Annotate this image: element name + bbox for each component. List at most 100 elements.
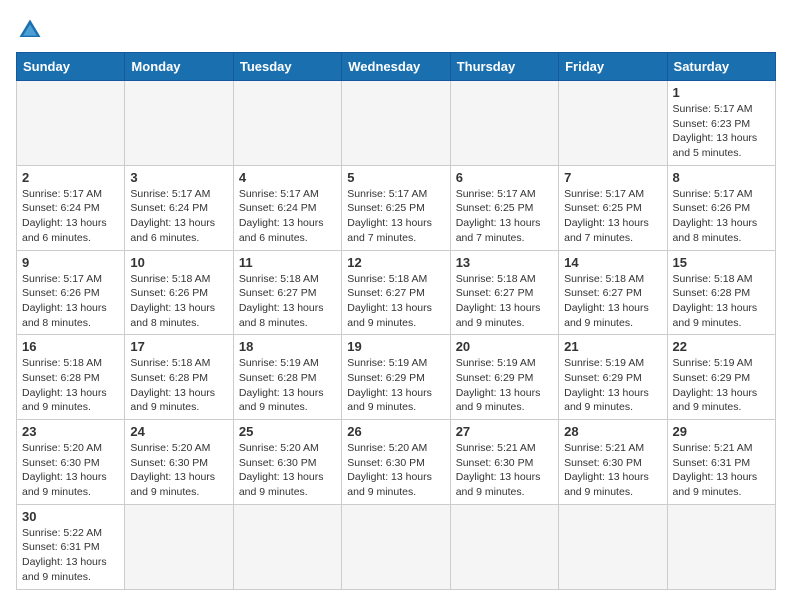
day-number: 23 xyxy=(22,424,119,439)
calendar-cell: 21 Sunrise: 5:19 AM Sunset: 6:29 PM Dayli… xyxy=(559,335,667,420)
week-row-2: 2 Sunrise: 5:17 AM Sunset: 6:24 PM Daylig… xyxy=(17,165,776,250)
weekday-header-sunday: Sunday xyxy=(17,53,125,81)
day-info: Sunrise: 5:17 AM Sunset: 6:26 PM Dayligh… xyxy=(22,272,119,331)
weekday-header-row: SundayMondayTuesdayWednesdayThursdayFrid… xyxy=(17,53,776,81)
day-info: Sunrise: 5:19 AM Sunset: 6:29 PM Dayligh… xyxy=(673,356,770,415)
calendar-cell: 25 Sunrise: 5:20 AM Sunset: 6:30 PM Dayli… xyxy=(233,420,341,505)
calendar-cell: 15 Sunrise: 5:18 AM Sunset: 6:28 PM Dayli… xyxy=(667,250,775,335)
day-number: 18 xyxy=(239,339,336,354)
weekday-header-thursday: Thursday xyxy=(450,53,558,81)
day-number: 1 xyxy=(673,85,770,100)
day-info: Sunrise: 5:19 AM Sunset: 6:28 PM Dayligh… xyxy=(239,356,336,415)
day-number: 12 xyxy=(347,255,444,270)
day-info: Sunrise: 5:17 AM Sunset: 6:23 PM Dayligh… xyxy=(673,102,770,161)
weekday-header-saturday: Saturday xyxy=(667,53,775,81)
calendar-cell: 23 Sunrise: 5:20 AM Sunset: 6:30 PM Dayli… xyxy=(17,420,125,505)
day-number: 29 xyxy=(673,424,770,439)
weekday-header-tuesday: Tuesday xyxy=(233,53,341,81)
calendar-cell: 4 Sunrise: 5:17 AM Sunset: 6:24 PM Daylig… xyxy=(233,165,341,250)
weekday-header-friday: Friday xyxy=(559,53,667,81)
calendar-cell xyxy=(342,504,450,589)
calendar-cell: 6Sunrise: 5:17 AM Sunset: 6:25 PM Daylig… xyxy=(450,165,558,250)
day-info: Sunrise: 5:20 AM Sunset: 6:30 PM Dayligh… xyxy=(130,441,227,500)
day-number: 25 xyxy=(239,424,336,439)
calendar-cell: 10 Sunrise: 5:18 AM Sunset: 6:26 PM Dayli… xyxy=(125,250,233,335)
calendar-cell: 27 Sunrise: 5:21 AM Sunset: 6:30 PM Dayli… xyxy=(450,420,558,505)
calendar-cell xyxy=(342,81,450,166)
week-row-5: 23 Sunrise: 5:20 AM Sunset: 6:30 PM Dayli… xyxy=(17,420,776,505)
day-info: Sunrise: 5:20 AM Sunset: 6:30 PM Dayligh… xyxy=(239,441,336,500)
week-row-6: 30Sunrise: 5:22 AM Sunset: 6:31 PM Dayli… xyxy=(17,504,776,589)
calendar-cell: 19 Sunrise: 5:19 AM Sunset: 6:29 PM Dayli… xyxy=(342,335,450,420)
calendar-cell xyxy=(125,504,233,589)
calendar-cell: 20Sunrise: 5:19 AM Sunset: 6:29 PM Dayli… xyxy=(450,335,558,420)
day-info: Sunrise: 5:21 AM Sunset: 6:30 PM Dayligh… xyxy=(456,441,553,500)
calendar-cell: 3Sunrise: 5:17 AM Sunset: 6:24 PM Daylig… xyxy=(125,165,233,250)
day-number: 4 xyxy=(239,170,336,185)
calendar-cell xyxy=(559,504,667,589)
calendar-cell: 5 Sunrise: 5:17 AM Sunset: 6:25 PM Daylig… xyxy=(342,165,450,250)
calendar-cell: 24 Sunrise: 5:20 AM Sunset: 6:30 PM Dayli… xyxy=(125,420,233,505)
day-info: Sunrise: 5:17 AM Sunset: 6:25 PM Dayligh… xyxy=(564,187,661,246)
day-info: Sunrise: 5:18 AM Sunset: 6:27 PM Dayligh… xyxy=(347,272,444,331)
calendar-cell: 18 Sunrise: 5:19 AM Sunset: 6:28 PM Dayli… xyxy=(233,335,341,420)
calendar-cell: 26Sunrise: 5:20 AM Sunset: 6:30 PM Dayli… xyxy=(342,420,450,505)
day-info: Sunrise: 5:18 AM Sunset: 6:26 PM Dayligh… xyxy=(130,272,227,331)
calendar-cell: 12 Sunrise: 5:18 AM Sunset: 6:27 PM Dayli… xyxy=(342,250,450,335)
day-number: 13 xyxy=(456,255,553,270)
day-info: Sunrise: 5:21 AM Sunset: 6:31 PM Dayligh… xyxy=(673,441,770,500)
day-info: Sunrise: 5:17 AM Sunset: 6:24 PM Dayligh… xyxy=(130,187,227,246)
logo-icon xyxy=(16,16,44,44)
calendar-table: SundayMondayTuesdayWednesdayThursdayFrid… xyxy=(16,52,776,590)
calendar-cell xyxy=(17,81,125,166)
day-info: Sunrise: 5:17 AM Sunset: 6:25 PM Dayligh… xyxy=(456,187,553,246)
day-info: Sunrise: 5:18 AM Sunset: 6:28 PM Dayligh… xyxy=(22,356,119,415)
calendar-cell xyxy=(125,81,233,166)
day-number: 27 xyxy=(456,424,553,439)
calendar-cell xyxy=(559,81,667,166)
weekday-header-monday: Monday xyxy=(125,53,233,81)
day-number: 20 xyxy=(456,339,553,354)
calendar-cell: 1 Sunrise: 5:17 AM Sunset: 6:23 PM Daylig… xyxy=(667,81,775,166)
day-number: 14 xyxy=(564,255,661,270)
day-info: Sunrise: 5:20 AM Sunset: 6:30 PM Dayligh… xyxy=(22,441,119,500)
day-info: Sunrise: 5:17 AM Sunset: 6:26 PM Dayligh… xyxy=(673,187,770,246)
calendar-cell xyxy=(450,81,558,166)
page-header xyxy=(16,16,776,44)
day-number: 21 xyxy=(564,339,661,354)
day-number: 5 xyxy=(347,170,444,185)
day-number: 15 xyxy=(673,255,770,270)
calendar-cell: 2 Sunrise: 5:17 AM Sunset: 6:24 PM Daylig… xyxy=(17,165,125,250)
day-info: Sunrise: 5:17 AM Sunset: 6:24 PM Dayligh… xyxy=(22,187,119,246)
day-info: Sunrise: 5:18 AM Sunset: 6:27 PM Dayligh… xyxy=(456,272,553,331)
day-info: Sunrise: 5:19 AM Sunset: 6:29 PM Dayligh… xyxy=(564,356,661,415)
calendar-cell: 9Sunrise: 5:17 AM Sunset: 6:26 PM Daylig… xyxy=(17,250,125,335)
weekday-header-wednesday: Wednesday xyxy=(342,53,450,81)
day-info: Sunrise: 5:18 AM Sunset: 6:28 PM Dayligh… xyxy=(130,356,227,415)
day-number: 24 xyxy=(130,424,227,439)
calendar-cell: 16 Sunrise: 5:18 AM Sunset: 6:28 PM Dayli… xyxy=(17,335,125,420)
day-number: 8 xyxy=(673,170,770,185)
calendar-cell: 28Sunrise: 5:21 AM Sunset: 6:30 PM Dayli… xyxy=(559,420,667,505)
calendar-cell xyxy=(233,504,341,589)
calendar-cell: 11Sunrise: 5:18 AM Sunset: 6:27 PM Dayli… xyxy=(233,250,341,335)
day-info: Sunrise: 5:18 AM Sunset: 6:28 PM Dayligh… xyxy=(673,272,770,331)
day-number: 19 xyxy=(347,339,444,354)
calendar-cell: 17 Sunrise: 5:18 AM Sunset: 6:28 PM Dayli… xyxy=(125,335,233,420)
calendar-cell: 7 Sunrise: 5:17 AM Sunset: 6:25 PM Daylig… xyxy=(559,165,667,250)
day-number: 10 xyxy=(130,255,227,270)
day-number: 2 xyxy=(22,170,119,185)
day-number: 22 xyxy=(673,339,770,354)
day-info: Sunrise: 5:20 AM Sunset: 6:30 PM Dayligh… xyxy=(347,441,444,500)
day-info: Sunrise: 5:18 AM Sunset: 6:27 PM Dayligh… xyxy=(239,272,336,331)
day-number: 16 xyxy=(22,339,119,354)
day-number: 7 xyxy=(564,170,661,185)
calendar-cell: 14Sunrise: 5:18 AM Sunset: 6:27 PM Dayli… xyxy=(559,250,667,335)
day-info: Sunrise: 5:19 AM Sunset: 6:29 PM Dayligh… xyxy=(347,356,444,415)
day-number: 30 xyxy=(22,509,119,524)
day-info: Sunrise: 5:17 AM Sunset: 6:24 PM Dayligh… xyxy=(239,187,336,246)
day-number: 17 xyxy=(130,339,227,354)
calendar-cell: 30Sunrise: 5:22 AM Sunset: 6:31 PM Dayli… xyxy=(17,504,125,589)
day-info: Sunrise: 5:17 AM Sunset: 6:25 PM Dayligh… xyxy=(347,187,444,246)
week-row-1: 1 Sunrise: 5:17 AM Sunset: 6:23 PM Daylig… xyxy=(17,81,776,166)
